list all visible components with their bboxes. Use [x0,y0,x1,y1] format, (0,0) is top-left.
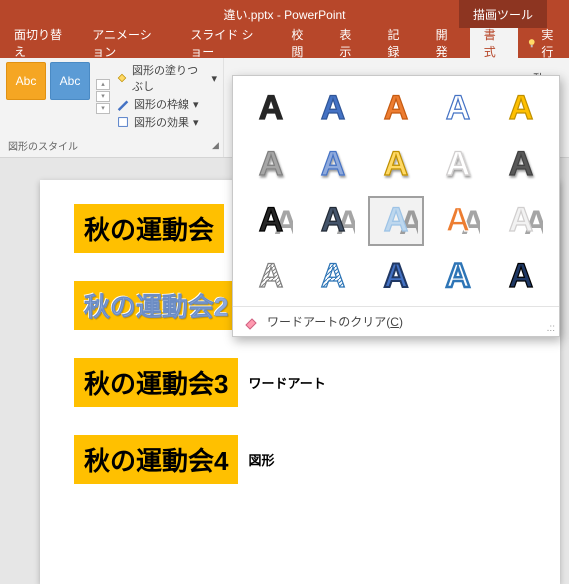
shape-fill-label: 図形の塗りつぶし [132,62,207,94]
wordart-style-3[interactable]: A [368,84,424,134]
tell-me-label: 実行 [541,26,561,60]
svg-text:A: A [259,201,284,239]
svg-text:A: A [446,145,471,183]
resize-grip-icon[interactable]: .:: [547,323,555,334]
clear-wordart-button[interactable]: ワードアートのクリア(C) .:: [233,306,559,336]
dropdown-icon: ▾ [193,98,199,111]
textbox-2-text: 秋の運動会2 [84,292,228,322]
tab-developer[interactable]: 開発 [422,28,470,58]
row-4: 秋の運動会4 図形 [74,435,560,484]
tab-record[interactable]: 記録 [374,28,422,58]
shape-style-preset[interactable]: Abc [6,62,46,100]
svg-text:A: A [384,201,409,239]
contextual-tab-drawing-tools[interactable]: 描画ツール [459,0,547,28]
wordart-style-4[interactable]: A [430,84,486,134]
shape-outline-label: 図形の枠線 [134,96,189,112]
tab-review[interactable]: 校閲 [277,28,325,58]
svg-text:A: A [321,201,346,239]
wordart-gallery-popup: A A A A A A A A A A A A [232,75,560,337]
wordart-style-15[interactable]: A A [493,196,549,246]
bucket-icon [116,71,128,85]
wordart-style-7[interactable]: A [305,140,361,190]
title-bar: 違い.pptx - PowerPoint 描画ツール [0,0,569,28]
wordart-style-20[interactable]: A A [493,252,549,302]
wordart-3[interactable]: 秋の運動会3 [74,358,238,407]
shape-fill-button[interactable]: 図形の塗りつぶし ▾ [116,62,217,94]
svg-text:A: A [384,145,409,183]
svg-text:A: A [446,89,471,127]
textbox-1[interactable]: 秋の運動会 [74,204,224,253]
label-wordart: ワードアート [248,373,325,392]
wordart-3-text: 秋の運動会3 [84,369,228,399]
svg-text:A: A [259,257,284,295]
textbox-1-text: 秋の運動会 [84,215,214,245]
shape-outline-button[interactable]: 図形の枠線 ▾ [116,96,217,112]
wordart-style-16[interactable]: A [243,252,299,302]
svg-text:A: A [321,145,346,183]
svg-text:A: A [508,89,533,127]
svg-text:A: A [384,257,409,295]
pen-icon [116,97,130,111]
textbox-2[interactable]: 秋の運動会2 [74,281,238,330]
dialog-launcher-icon[interactable]: ◢ [212,140,219,151]
shape-effects-button[interactable]: 図形の効果 ▾ [116,114,217,130]
wordart-style-1[interactable]: A [243,84,299,134]
dropdown-icon: ▾ [193,116,199,129]
wordart-style-12[interactable]: A A [305,196,361,246]
wordart-style-8[interactable]: A [368,140,424,190]
label-shape: 図形 [248,450,274,469]
wordart-style-11[interactable]: A A [243,196,299,246]
shape-4[interactable]: 秋の運動会4 [74,435,238,484]
svg-text:A: A [259,89,284,127]
ribbon-tabs: 面切り替え アニメーション スライド ショー 校閲 表示 記録 開発 書式 実行 [0,28,569,58]
wordart-style-14[interactable]: A A [430,196,486,246]
tab-animation[interactable]: アニメーション [78,28,176,58]
svg-text:A: A [446,257,471,295]
shape-style-gallery[interactable]: Abc Abc ▴▾▾ [6,62,110,130]
window-title: 違い.pptx - PowerPoint [223,6,345,23]
svg-text:A: A [384,89,409,127]
dropdown-icon: ▾ [211,72,217,85]
tab-transition[interactable]: 面切り替え [0,28,78,58]
wordart-style-9[interactable]: A [430,140,486,190]
wordart-style-5[interactable]: A [493,84,549,134]
shape-effects-label: 図形の効果 [134,114,189,130]
wordart-style-2[interactable]: A [305,84,361,134]
gallery-spinner[interactable]: ▴▾▾ [96,62,110,130]
svg-text:A: A [321,89,346,127]
group-shape-styles: Abc Abc ▴▾▾ 図形の塗りつぶし▾ 図形の枠線▾ 図形の効果▾ 図 [0,58,224,157]
tell-me[interactable]: 実行 [518,26,569,60]
bulb-icon [526,36,537,50]
effects-icon [116,115,130,129]
wordart-style-19[interactable]: A [430,252,486,302]
svg-text:A: A [508,201,533,239]
wordart-style-18[interactable]: A [368,252,424,302]
svg-text:A: A [321,257,346,295]
group-label-shape-styles: 図形のスタイル [8,136,78,153]
tab-slideshow[interactable]: スライド ショー [176,28,277,58]
svg-text:A: A [259,145,284,183]
wordart-grid: A A A A A A A A A A A A [233,76,559,306]
shape-4-text: 秋の運動会4 [84,446,228,476]
wordart-style-6[interactable]: A [243,140,299,190]
svg-text:A: A [508,257,533,295]
tab-view[interactable]: 表示 [325,28,373,58]
wordart-style-10[interactable]: A [493,140,549,190]
wordart-style-17[interactable]: A [305,252,361,302]
svg-text:A: A [508,145,533,183]
clear-wordart-label: ワードアートのクリア(C) [267,313,403,330]
row-3: 秋の運動会3 ワードアート [74,358,560,407]
shape-style-preset[interactable]: Abc [50,62,90,100]
svg-text:A: A [446,201,471,239]
wordart-style-13[interactable]: A A [368,196,424,246]
tab-format[interactable]: 書式 [470,28,518,58]
eraser-icon [243,314,259,330]
